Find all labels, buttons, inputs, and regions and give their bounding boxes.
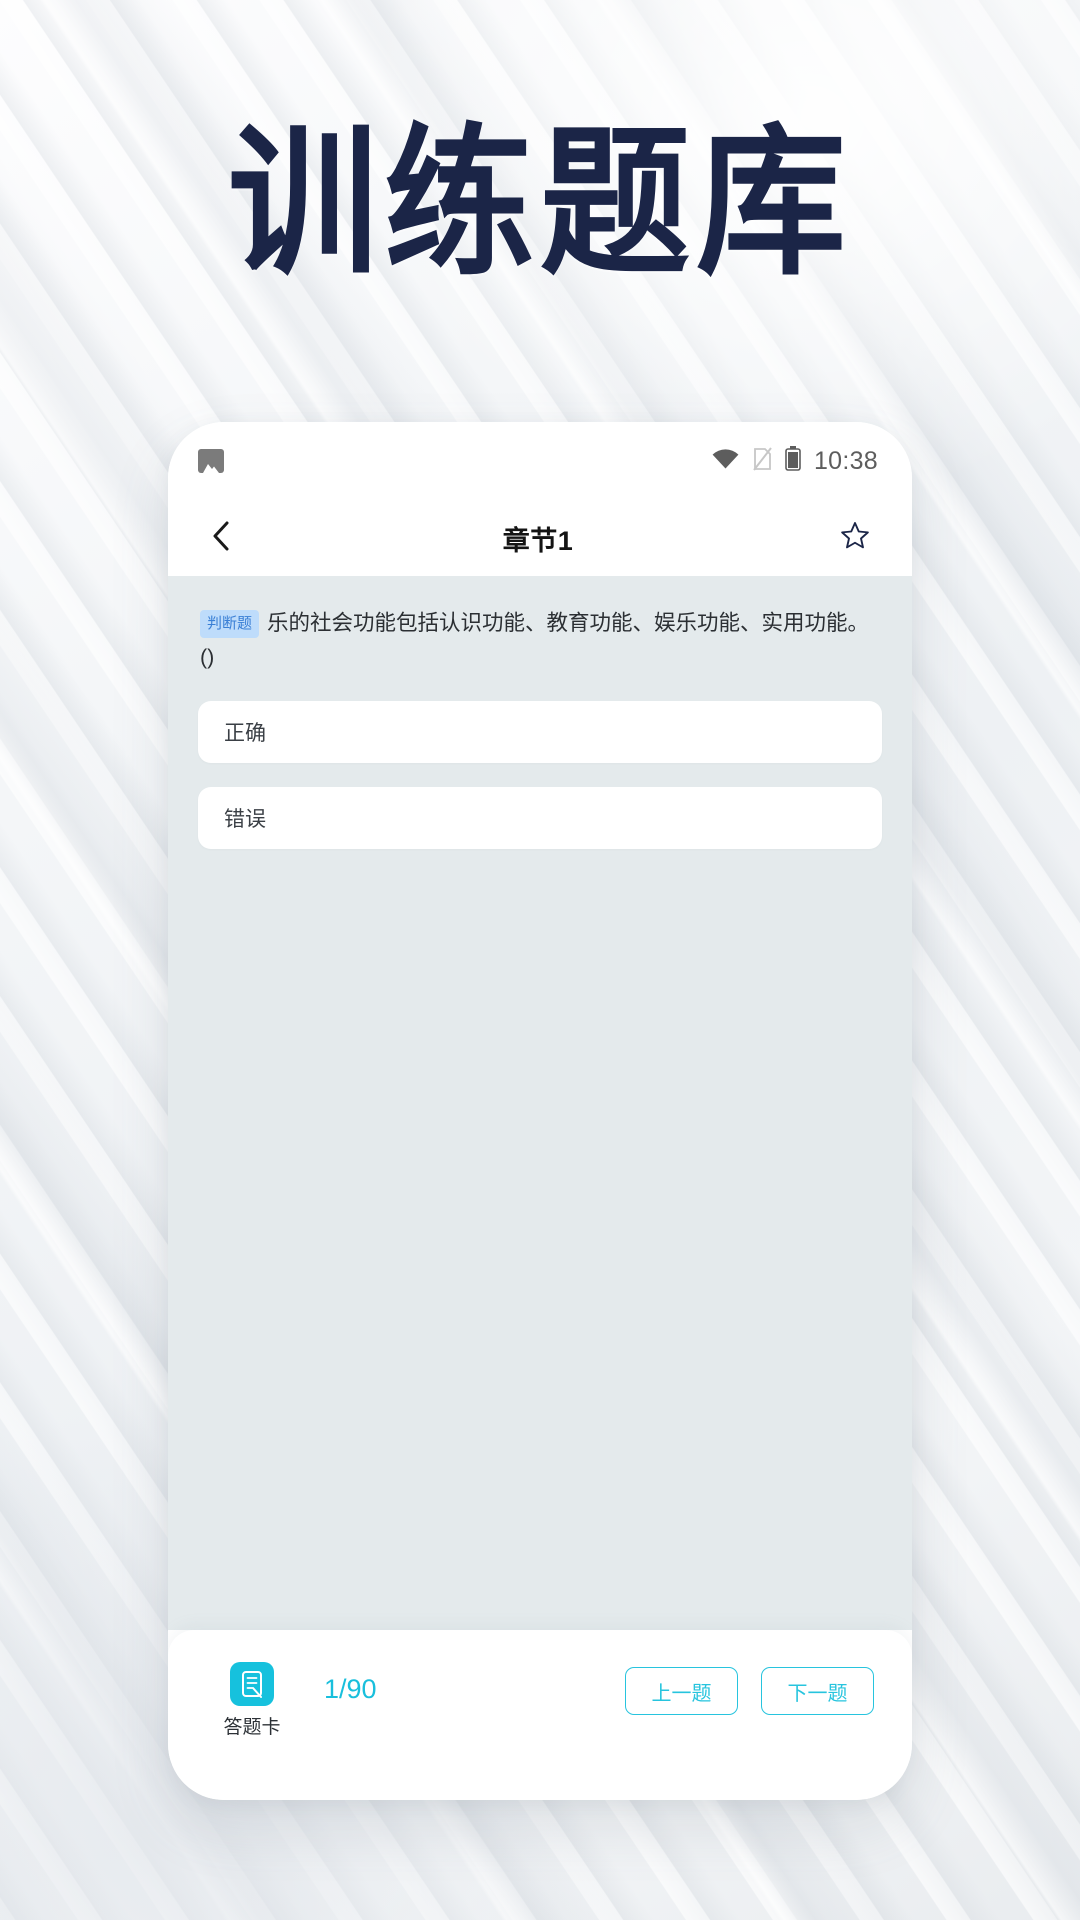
question-nav-buttons: 上一题 下一题 (625, 1667, 874, 1715)
question-stem-text: 乐的社会功能包括认识功能、教育功能、娱乐功能、实用功能。() (200, 611, 870, 670)
page-title: 训练题库 (227, 112, 852, 294)
signal-off-icon (752, 446, 772, 476)
image-icon (198, 449, 224, 473)
answer-card-button[interactable]: 答题卡 (206, 1661, 298, 1739)
question-type-badge: 判断题 (200, 610, 260, 638)
back-button[interactable] (198, 515, 244, 561)
chevron-left-icon (211, 520, 231, 557)
favorite-button[interactable] (832, 515, 878, 561)
question-counter: 1/90 (324, 1673, 377, 1704)
page-heading: 章节1 (502, 525, 574, 556)
bottom-toolbar: 答题卡 1/90 上一题 下一题 (168, 1630, 912, 1800)
previous-question-button[interactable]: 上一题 (625, 1667, 738, 1715)
phone-mockup: 10:38 章节1 判断题 乐的社会功能包括认识功能、教育功能、娱乐功能、实用功… (168, 422, 912, 1800)
battery-icon (785, 446, 801, 476)
app-header: 章节1 (168, 500, 912, 576)
option-label: 正确 (224, 721, 266, 745)
next-question-button[interactable]: 下一题 (761, 1667, 874, 1715)
answer-card-label: 答题卡 (223, 1716, 281, 1738)
status-bar: 10:38 (168, 422, 912, 500)
app-store-screenshot: 训练题库 10:38 章节1 判断题 乐的社会功能包括认识功能、教育功能、娱乐功… (0, 0, 1080, 1920)
status-bar-clock: 10:38 (813, 446, 878, 475)
question-stem-row: 判断题 乐的社会功能包括认识功能、教育功能、娱乐功能、实用功能。() (200, 606, 880, 675)
answer-sheet-icon (230, 1661, 274, 1706)
option-label: 错误 (224, 807, 266, 831)
star-outline-icon (840, 521, 870, 555)
status-bar-left (198, 449, 224, 473)
question-panel: 判断题 乐的社会功能包括认识功能、教育功能、娱乐功能、实用功能。() 正确 错误 (168, 576, 912, 1630)
option-item[interactable]: 错误 (198, 786, 882, 849)
wifi-icon (712, 448, 739, 474)
option-item[interactable]: 正确 (198, 700, 882, 763)
status-bar-right: 10:38 (712, 446, 878, 476)
